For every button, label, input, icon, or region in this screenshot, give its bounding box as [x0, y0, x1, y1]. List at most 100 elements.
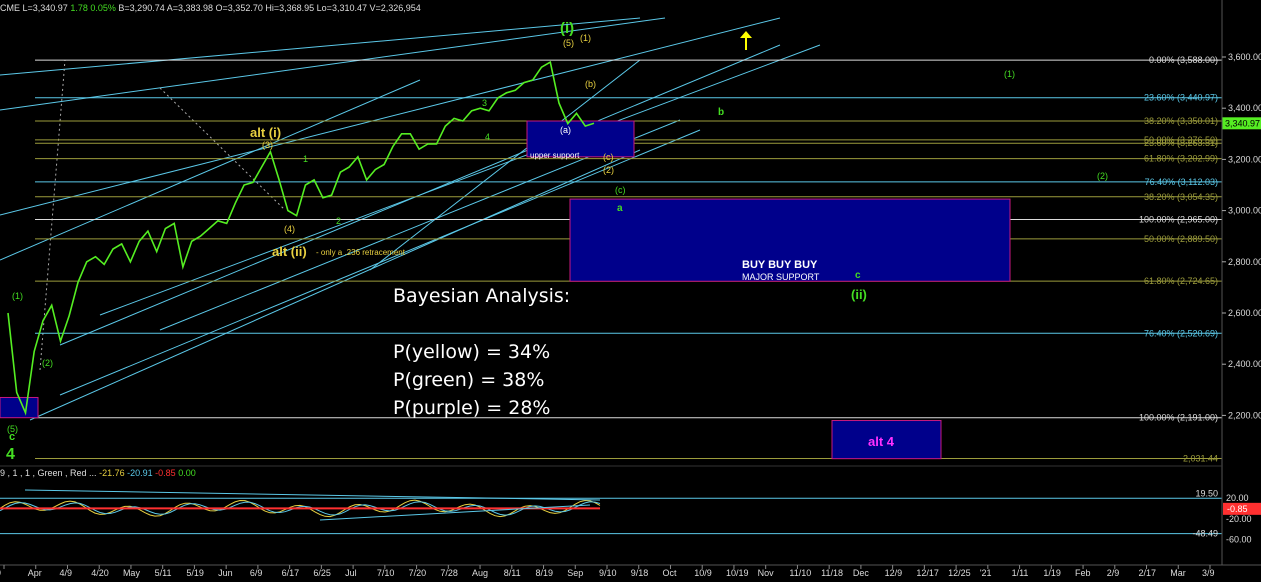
x-tick-label: Apr [28, 568, 42, 578]
x-tick-label: 4/9 [59, 568, 72, 578]
fib-label: 23.60% (3,263.31) [1144, 138, 1218, 148]
x-tick-label: 2/9 [1107, 568, 1120, 578]
wave-label: alt (i) [250, 125, 281, 140]
wave-label: (1) [580, 33, 591, 43]
p-purple: P(purple) = 28% [393, 397, 551, 419]
wave-label: a [617, 203, 623, 214]
x-tick-label: Jun [218, 568, 233, 578]
ind-value-label: -0.85 [1227, 504, 1248, 514]
x-tick-label: 10/19 [726, 568, 749, 578]
wave-label: (3) [262, 140, 273, 150]
wave-label: c [855, 270, 861, 281]
fib-label: 76.40% (3,112.03) [1145, 177, 1218, 187]
y-tick-label: 3,200.00 [1228, 154, 1261, 164]
ind-tick-label: -60.00 [1226, 535, 1252, 545]
x-tick-label: '21 [980, 568, 992, 578]
fib-label: 2,031.44 [1183, 454, 1218, 464]
indicator-params: 9 , 1 , 1 , Green , Red ... [0, 468, 97, 478]
x-tick-label: 11/18 [821, 568, 843, 578]
fib-label: 61.80% (2,724.65) [1144, 276, 1218, 286]
x-tick-label: 6/17 [282, 568, 300, 578]
x-tick-label: Aug [472, 568, 488, 578]
ind-tick-label: 20.00 [1226, 493, 1249, 503]
wave-label: (2) [603, 165, 614, 175]
indicator-v2: -20.91 [127, 468, 153, 478]
fib-label: 38.20% (3,350.01) [1144, 116, 1218, 126]
y-tick-label: 2,800.00 [1228, 257, 1261, 267]
wave-label: (5) [563, 38, 574, 48]
fib-label: 0.00% (3,588.00) [1149, 55, 1218, 65]
channel-line [0, 17, 781, 216]
quote-header: CME L=3,340.97 1.78 0.05% B=3,290.74 A=3… [0, 3, 421, 17]
x-tick-label: 10/9 [694, 568, 712, 578]
channel-line [0, 79, 421, 261]
wave-label: (4) [284, 224, 295, 234]
ind-lower-label: -48.49 [1192, 529, 1218, 539]
volume: V=2,326,954 [369, 3, 421, 13]
wave-label: (1) [12, 291, 23, 301]
x-tick-label: Sep [567, 568, 583, 578]
last-price: L=3,340.97 [22, 3, 68, 13]
indicator-v1: -21.76 [99, 468, 125, 478]
x-tick-label: 3/9 [1202, 568, 1215, 578]
x-tick-label: 11/10 [789, 568, 811, 578]
x-tick-label: 6/25 [313, 568, 331, 578]
wave-label: (c) [603, 152, 614, 162]
x-tick-label: 6/9 [250, 568, 263, 578]
open: O=3,352.70 [215, 3, 263, 13]
wave-label: (2) [1097, 171, 1108, 181]
x-tick-label: 8/19 [536, 568, 554, 578]
alt4-label: alt 4 [868, 434, 895, 449]
wave-label: - only a .236 retracement [316, 248, 406, 257]
wave-label: alt (ii) [272, 244, 307, 259]
x-tick-label: 7/28 [440, 568, 458, 578]
change: 1.78 [70, 3, 88, 13]
x-tick-label: 8/11 [504, 568, 521, 578]
fib-label: 100.00% (2,191.00) [1139, 413, 1218, 423]
wave-label: (2) [42, 358, 53, 368]
indicator-header: 9 , 1 , 1 , Green , Red ... -21.76 -20.9… [0, 468, 196, 478]
x-tick-label: Feb [1075, 568, 1091, 578]
wave-label: (b) [585, 79, 596, 89]
wave-label: b [718, 107, 724, 118]
p-yellow: P(yellow) = 34% [393, 341, 551, 363]
symbol: CME [0, 3, 20, 13]
indicator-v4: 0.00 [178, 468, 196, 478]
x-tick-label: Dec [853, 568, 870, 578]
x-tick-label: 9/10 [599, 568, 617, 578]
fib-label: 23.60% (3,440.97) [1144, 93, 1218, 103]
wave-label: 2 [336, 216, 341, 226]
x-tick-label: 12/25 [948, 568, 971, 578]
x-tick-label: 1/11 [1012, 568, 1029, 578]
chart-stage: { "header": { "symbol": "CME", "last": "… [0, 0, 1261, 582]
p-green: P(green) = 38% [393, 369, 545, 391]
buy-label: BUY BUY BUY [742, 259, 818, 271]
x-tick-label: Oct [662, 568, 677, 578]
support-box [0, 396, 39, 419]
upper-support-label: upper support [530, 151, 580, 160]
x-tick-label: 7/10 [377, 568, 395, 578]
low: Lo=3,310.47 [316, 3, 367, 13]
bayesian-analysis: Bayesian Analysis: P(yellow) = 34% P(gre… [393, 282, 570, 422]
ind-upper-label: 19.50 [1195, 488, 1218, 498]
ind-tick-label: -20.00 [1226, 514, 1252, 524]
projection-dotted-line [39, 59, 66, 371]
bayesian-title: Bayesian Analysis: [393, 285, 571, 307]
y-tick-label: 2,400.00 [1228, 359, 1261, 369]
change-pct: 0.05% [90, 3, 116, 13]
x-tick-label: Nov [758, 568, 775, 578]
wave-label: (5) [7, 424, 18, 434]
x-tick-label: 9 [0, 568, 1, 578]
y-tick-label: 2,600.00 [1228, 308, 1261, 318]
wave-label: (ii) [851, 287, 867, 302]
wave-label: 4 [6, 446, 15, 463]
y-tick-label: 3,000.00 [1228, 206, 1261, 216]
major-support-label: MAJOR SUPPORT [742, 272, 820, 282]
up-arrow-head-icon [740, 31, 752, 38]
wave-label: 4 [485, 132, 490, 142]
fib-label: 38.20% (3,054.35) [1144, 192, 1218, 202]
high: Hi=3,368.95 [265, 3, 315, 13]
wave-label: 1 [303, 154, 308, 164]
x-tick-label: Mar [1170, 568, 1186, 578]
x-tick-label: 9/18 [631, 568, 649, 578]
